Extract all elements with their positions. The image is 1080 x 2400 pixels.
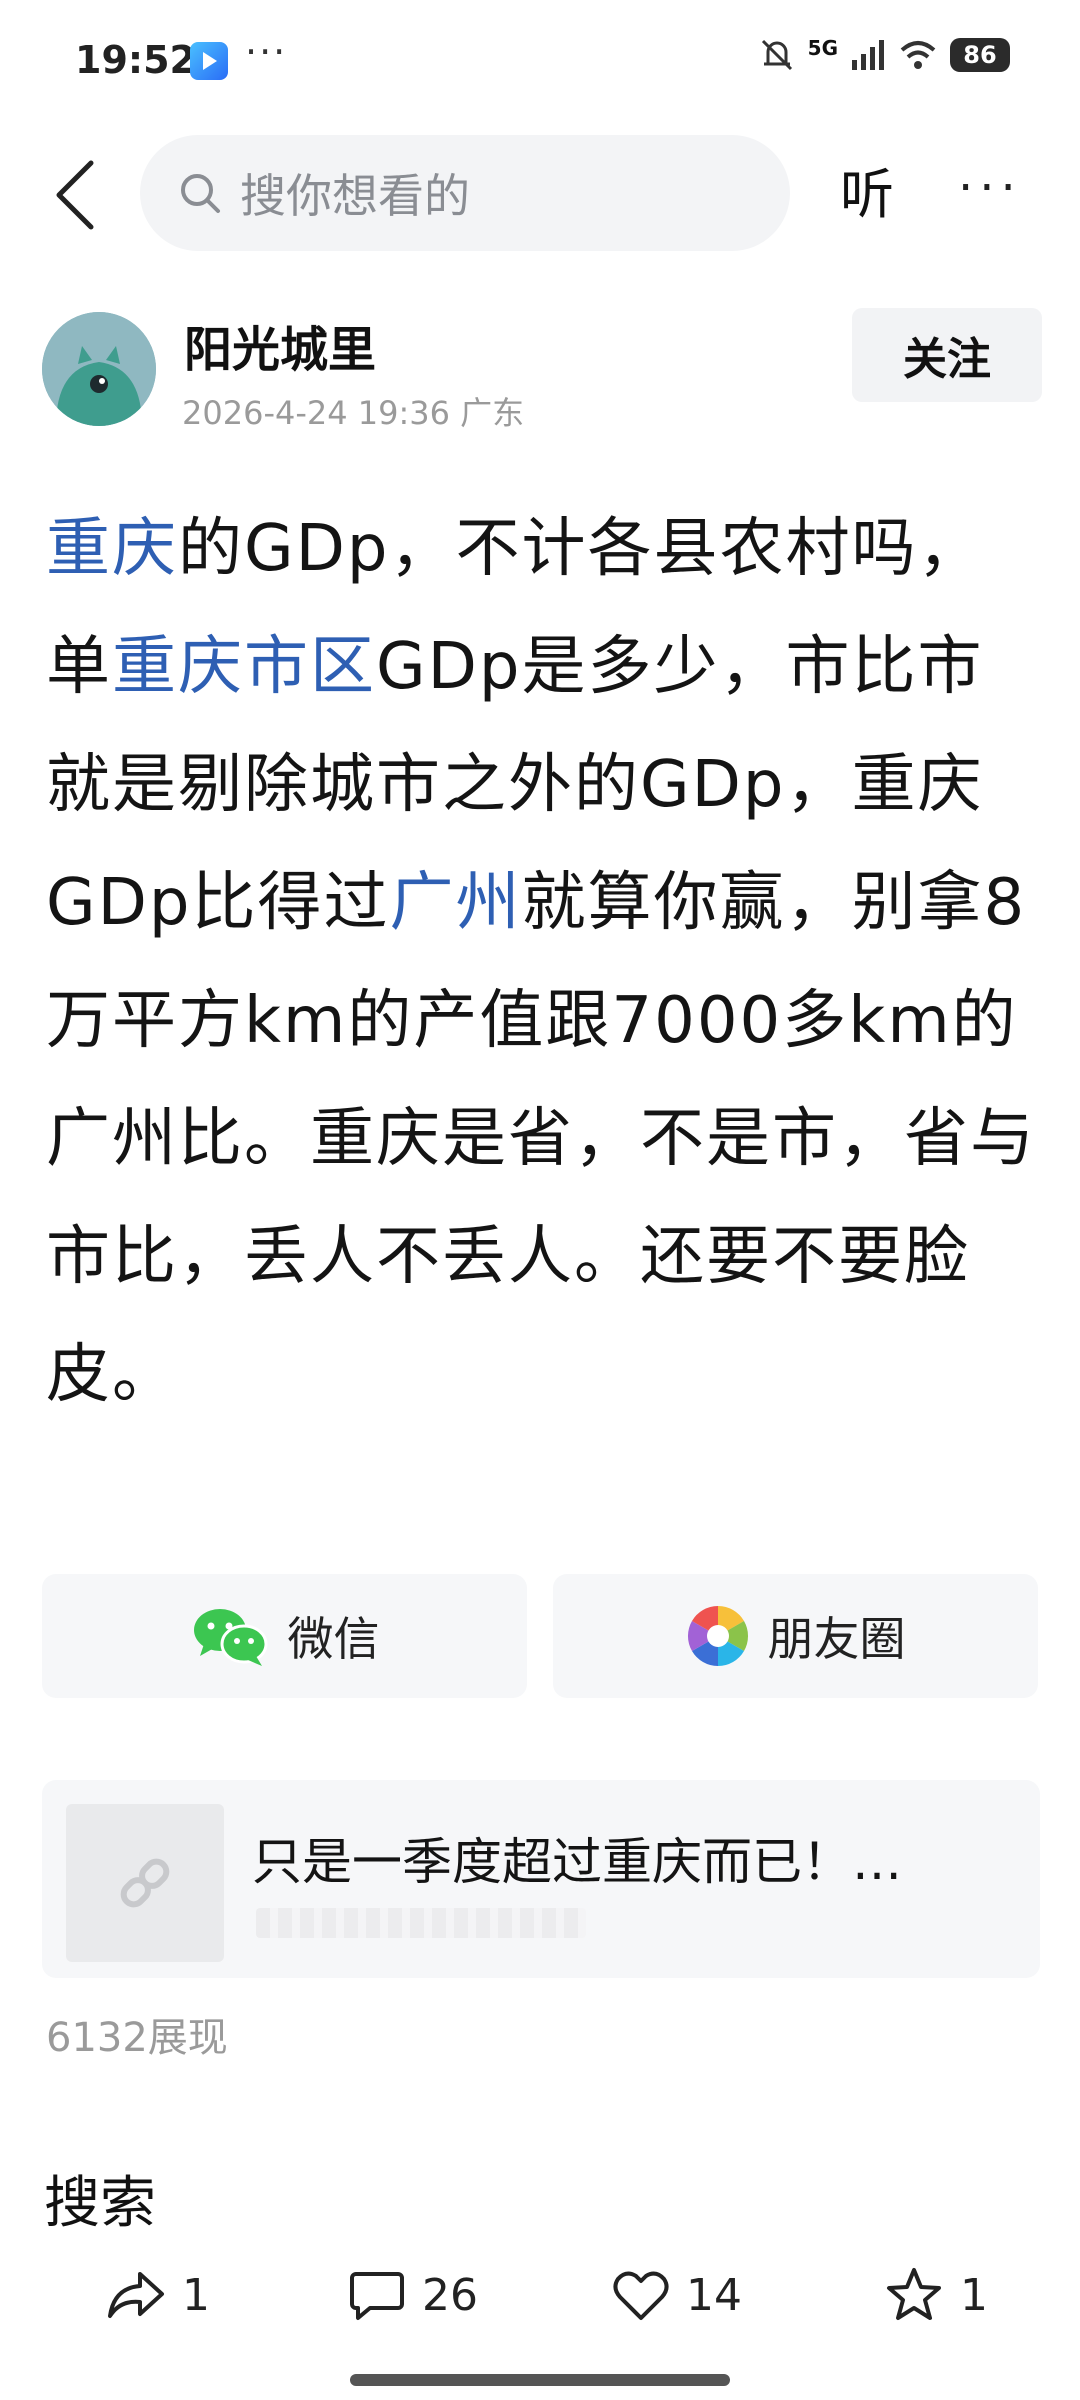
listen-button[interactable]: 听 bbox=[840, 150, 894, 229]
network-label: 5G bbox=[807, 36, 838, 60]
linked-article-title: 只是一季度超过重庆而已！… bbox=[252, 1833, 902, 1891]
heart-icon bbox=[613, 2271, 669, 2320]
battery-icon: 86 bbox=[950, 38, 1010, 72]
more-options-button[interactable]: ··· bbox=[958, 160, 1022, 216]
comment-count: 26 bbox=[422, 2269, 478, 2321]
favorite-count: 1 bbox=[960, 2269, 988, 2321]
share-icon bbox=[108, 2272, 164, 2318]
star-icon bbox=[887, 2268, 941, 2320]
link-thumbnail bbox=[66, 1804, 224, 1962]
view-count: 6132展现 bbox=[46, 2015, 228, 2061]
comment-action-button[interactable]: 26 bbox=[348, 2260, 478, 2330]
post-text: 就算你赢，别拿8万平方km的产值跟7000多km的广州比。重庆是省，不是市，省与… bbox=[46, 866, 1036, 1412]
signal-icon bbox=[852, 40, 884, 70]
share-action-button[interactable]: 1 bbox=[106, 2260, 210, 2330]
status-time: 19:52 bbox=[75, 38, 196, 82]
linked-article-subtitle-blurred bbox=[256, 1908, 586, 1938]
share-count: 1 bbox=[182, 2269, 210, 2321]
home-indicator[interactable] bbox=[350, 2374, 730, 2386]
share-moments-button[interactable]: 朋友圈 bbox=[553, 1574, 1038, 1698]
chevron-left-icon bbox=[56, 160, 94, 230]
moments-icon bbox=[687, 1606, 748, 1666]
wechat-icon bbox=[193, 1609, 267, 1666]
link-guangzhou[interactable]: 广州 bbox=[390, 866, 522, 940]
post-meta: 2026-4-24 19:36 广东 bbox=[182, 394, 525, 432]
favorite-action-button[interactable]: 1 bbox=[884, 2260, 988, 2330]
wifi-icon bbox=[900, 41, 936, 69]
moments-label: 朋友圈 bbox=[767, 1612, 906, 1666]
mute-icon bbox=[761, 39, 792, 71]
search-section-title: 搜索 bbox=[44, 2171, 156, 2236]
like-count: 14 bbox=[686, 2269, 742, 2321]
status-icons: 5G 86 bbox=[758, 36, 1010, 74]
comment-icon bbox=[350, 2272, 404, 2320]
wechat-label: 微信 bbox=[287, 1612, 380, 1666]
follow-button[interactable]: 关注 bbox=[852, 308, 1042, 402]
link-chongqing[interactable]: 重庆 bbox=[46, 512, 178, 586]
link-icon bbox=[120, 1858, 170, 1908]
battery-level: 86 bbox=[963, 41, 997, 69]
post-content: 重庆的GDp，不计各县农村吗，单重庆市区GDp是多少，市比市就是剔除城市之外的G… bbox=[46, 490, 1046, 1434]
linked-article-card[interactable]: 只是一季度超过重庆而已！… bbox=[42, 1780, 1040, 1978]
avatar-image bbox=[42, 312, 156, 426]
search-icon bbox=[181, 174, 220, 213]
search-input[interactable]: 搜你想看的 bbox=[140, 135, 790, 251]
status-more-dots: ··· bbox=[245, 30, 288, 74]
back-button[interactable] bbox=[40, 150, 110, 240]
share-wechat-button[interactable]: 微信 bbox=[42, 1574, 527, 1698]
link-chongqing-urban[interactable]: 重庆市区 bbox=[112, 630, 376, 704]
avatar[interactable] bbox=[42, 312, 156, 426]
search-placeholder: 搜你想看的 bbox=[240, 169, 470, 223]
like-action-button[interactable]: 14 bbox=[612, 2260, 742, 2330]
app-video-icon bbox=[190, 42, 228, 80]
author-name[interactable]: 阳光城里 bbox=[184, 310, 376, 380]
